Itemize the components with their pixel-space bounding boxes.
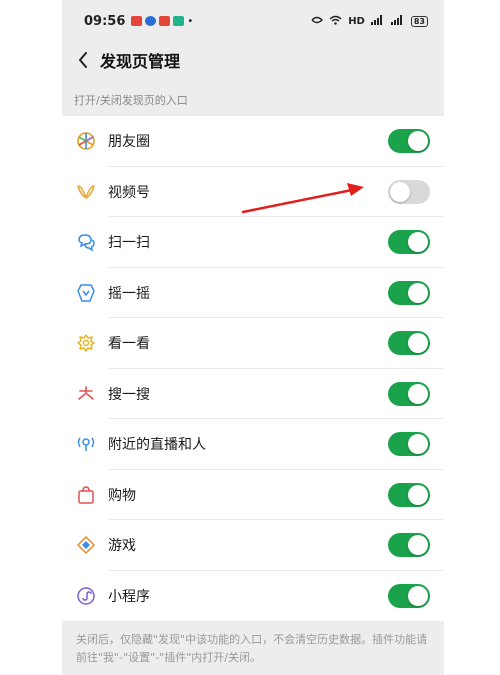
scan-icon bbox=[76, 232, 96, 252]
toggle-switch[interactable] bbox=[388, 280, 430, 305]
phone-screen: 09:56 • HD 83 发现页管理 打开/关闭发现页的入口 朋友圈 视频号 … bbox=[62, 0, 444, 675]
notification-icon-2 bbox=[145, 16, 157, 26]
moments-icon bbox=[76, 131, 96, 151]
signal-icon-1 bbox=[370, 14, 385, 28]
nav-header: 发现页管理 bbox=[62, 42, 444, 78]
left-margin bbox=[0, 0, 62, 675]
list-item-label: 游戏 bbox=[108, 538, 136, 555]
footer-note: 关闭后，仅隐藏"发现"中该功能的入口，不会清空历史数据。插件功能请前往"我"-"… bbox=[76, 633, 428, 664]
nfc-icon bbox=[311, 15, 324, 28]
shake-icon bbox=[76, 283, 96, 303]
toggle-knob bbox=[408, 232, 428, 253]
status-right: HD 83 bbox=[311, 14, 428, 28]
list-item-mini-programs[interactable]: 小程序 bbox=[62, 571, 444, 622]
network-label: HD bbox=[348, 15, 365, 27]
list-item-label: 摇一摇 bbox=[108, 285, 150, 302]
signal-icon-2 bbox=[390, 14, 405, 28]
back-arrow-icon[interactable] bbox=[74, 51, 92, 69]
status-time: 09:56 bbox=[84, 13, 126, 29]
toggle-switch[interactable] bbox=[388, 129, 430, 154]
right-margin bbox=[444, 0, 500, 675]
toggle-switch[interactable] bbox=[388, 432, 430, 457]
toggle-switch[interactable] bbox=[388, 583, 430, 608]
list-item-search[interactable]: 搜一搜 bbox=[62, 369, 444, 420]
list-item-shopping[interactable]: 购物 bbox=[62, 470, 444, 521]
list-item-label: 小程序 bbox=[108, 588, 150, 605]
toggle-knob bbox=[408, 282, 428, 303]
list-item-scan[interactable]: 扫一扫 bbox=[62, 217, 444, 268]
notification-icon-1 bbox=[131, 16, 143, 26]
list-item-shake[interactable]: 摇一摇 bbox=[62, 268, 444, 319]
list-item-label: 看一看 bbox=[108, 336, 150, 353]
toggle-knob bbox=[408, 585, 428, 606]
entry-list: 朋友圈 视频号 扫一扫 摇一摇 看一看 搜一搜 附近的直播和人 购物 游戏 小程… bbox=[62, 116, 444, 621]
channels-icon bbox=[76, 182, 96, 202]
toggle-knob bbox=[408, 535, 428, 556]
games-icon bbox=[76, 535, 96, 555]
list-item-games[interactable]: 游戏 bbox=[62, 520, 444, 571]
list-item-label: 附近的直播和人 bbox=[108, 437, 206, 454]
more-notifications-dot: • bbox=[187, 15, 194, 27]
toggle-knob bbox=[408, 484, 428, 505]
mini-programs-icon bbox=[76, 586, 96, 606]
notification-icon-4 bbox=[173, 16, 185, 26]
toggle-switch[interactable] bbox=[388, 482, 430, 507]
notification-icons: • bbox=[131, 16, 193, 27]
toggle-switch[interactable] bbox=[388, 533, 430, 558]
toggle-knob bbox=[390, 181, 410, 202]
toggle-switch[interactable] bbox=[388, 381, 430, 406]
wifi-icon bbox=[329, 15, 342, 28]
toggle-switch[interactable] bbox=[388, 230, 430, 255]
toggle-knob bbox=[408, 434, 428, 455]
search-icon bbox=[76, 384, 96, 404]
status-bar: 09:56 • HD 83 bbox=[62, 0, 444, 42]
shopping-bag-icon bbox=[76, 485, 96, 505]
notification-icon-3 bbox=[159, 16, 171, 26]
list-item-moments[interactable]: 朋友圈 bbox=[62, 116, 444, 167]
top-stories-icon bbox=[76, 333, 96, 353]
list-item-label: 视频号 bbox=[108, 184, 150, 201]
toggle-knob bbox=[408, 383, 428, 404]
list-item-label: 朋友圈 bbox=[108, 134, 150, 151]
list-item-label: 扫一扫 bbox=[108, 235, 150, 252]
list-item-label: 购物 bbox=[108, 487, 136, 504]
toggle-switch[interactable] bbox=[388, 331, 430, 356]
list-item-channels[interactable]: 视频号 bbox=[62, 167, 444, 218]
toggle-switch[interactable] bbox=[388, 179, 430, 204]
list-item-nearby[interactable]: 附近的直播和人 bbox=[62, 419, 444, 470]
nearby-icon bbox=[76, 434, 96, 454]
battery-icon: 83 bbox=[410, 15, 428, 27]
toggle-knob bbox=[408, 131, 428, 152]
list-item-top-stories[interactable]: 看一看 bbox=[62, 318, 444, 369]
list-item-label: 搜一搜 bbox=[108, 386, 150, 403]
section-label: 打开/关闭发现页的入口 bbox=[74, 94, 188, 107]
toggle-knob bbox=[408, 333, 428, 354]
page-title: 发现页管理 bbox=[100, 52, 181, 71]
